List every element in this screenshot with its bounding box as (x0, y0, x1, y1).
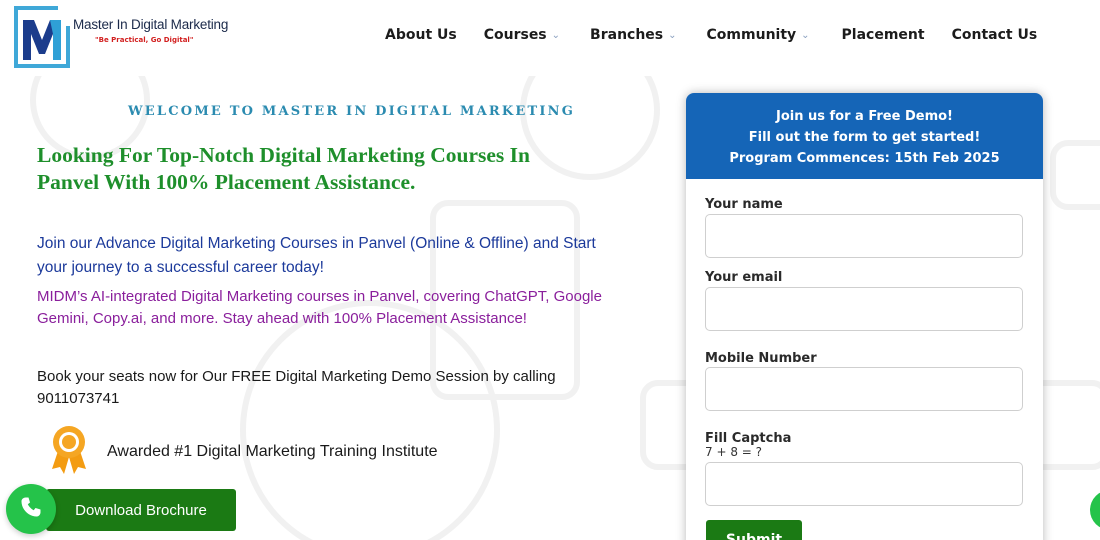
nav-label: About Us (385, 27, 457, 43)
name-field[interactable] (705, 214, 1023, 258)
nav-label: Courses (483, 27, 547, 43)
email-label: Your email (705, 270, 783, 285)
hero-headline: Looking For Top-Notch Digital Marketing … (37, 143, 530, 194)
nav-label: Branches (590, 27, 664, 43)
nav-item-branches[interactable]: Branches ⌄ (590, 27, 676, 43)
form-heading-line-2: Fill out the form to get started! (748, 130, 981, 145)
nav-label: Contact Us (951, 27, 1038, 43)
chevron-down-icon: ⌄ (801, 29, 810, 41)
nav-label: Placement (841, 27, 925, 43)
form-header: Join us for a Free Demo! Fill out the fo… (686, 93, 1043, 179)
captcha-field[interactable] (705, 462, 1023, 506)
nav-item-about-us[interactable]: About Us (385, 27, 457, 43)
nav-label: Community (706, 27, 797, 43)
form-heading-line-3: Program Commences: 15th Feb 2025 (729, 151, 1000, 166)
logo-title: Master In Digital Marketing (73, 16, 229, 32)
chevron-down-icon: ⌄ (551, 29, 561, 41)
form-heading-line-1: Join us for a Free Demo! (776, 109, 953, 124)
free-demo-form: Join us for a Free Demo! Fill out the fo… (686, 93, 1043, 540)
site-header: Master In Digital Marketing "Be Practica… (0, 0, 1100, 76)
side-chat-button[interactable] (1090, 490, 1100, 530)
logo-icon (14, 6, 70, 68)
welcome-heading: WELCOME TO MASTER IN DIGITAL MARKETING (128, 104, 576, 119)
award-label: Awarded #1 Digital Marketing Training In… (107, 443, 438, 460)
award-badge: Awarded #1 Digital Marketing Training In… (50, 425, 438, 479)
nav-item-courses[interactable]: Courses ⌄ (484, 27, 560, 43)
phone-icon (19, 495, 43, 523)
captcha-question: 7 + 8 = ? (705, 445, 763, 459)
chevron-down-icon: ⌄ (668, 29, 677, 41)
captcha-label: Fill Captcha (705, 431, 792, 446)
logo[interactable]: Master In Digital Marketing "Be Practica… (14, 6, 228, 68)
nav-item-contact-us[interactable]: Contact Us (952, 27, 1038, 43)
mobile-label: Mobile Number (705, 351, 817, 366)
ai-courses-text: MIDM’s AI-integrated Digital Marketing c… (37, 288, 602, 327)
download-brochure-button[interactable]: Download Brochure (46, 489, 236, 531)
phone-call-button[interactable] (6, 484, 56, 534)
book-seats-text: Book your seats now for Our FREE Digital… (37, 368, 556, 407)
name-label: Your name (705, 197, 783, 212)
main-nav: About Us Courses ⌄ Branches ⌄ Community … (385, 27, 1037, 43)
award-medal-icon (50, 425, 88, 479)
logo-tagline: "Be Practical, Go Digital" (95, 35, 194, 44)
submit-button[interactable]: Submit (706, 520, 802, 540)
nav-item-placement[interactable]: Placement (842, 27, 925, 43)
hero-intro: Join our Advance Digital Marketing Cours… (37, 235, 596, 276)
nav-item-community[interactable]: Community ⌄ (707, 27, 810, 43)
mobile-field[interactable] (705, 367, 1023, 411)
email-field[interactable] (705, 287, 1023, 331)
